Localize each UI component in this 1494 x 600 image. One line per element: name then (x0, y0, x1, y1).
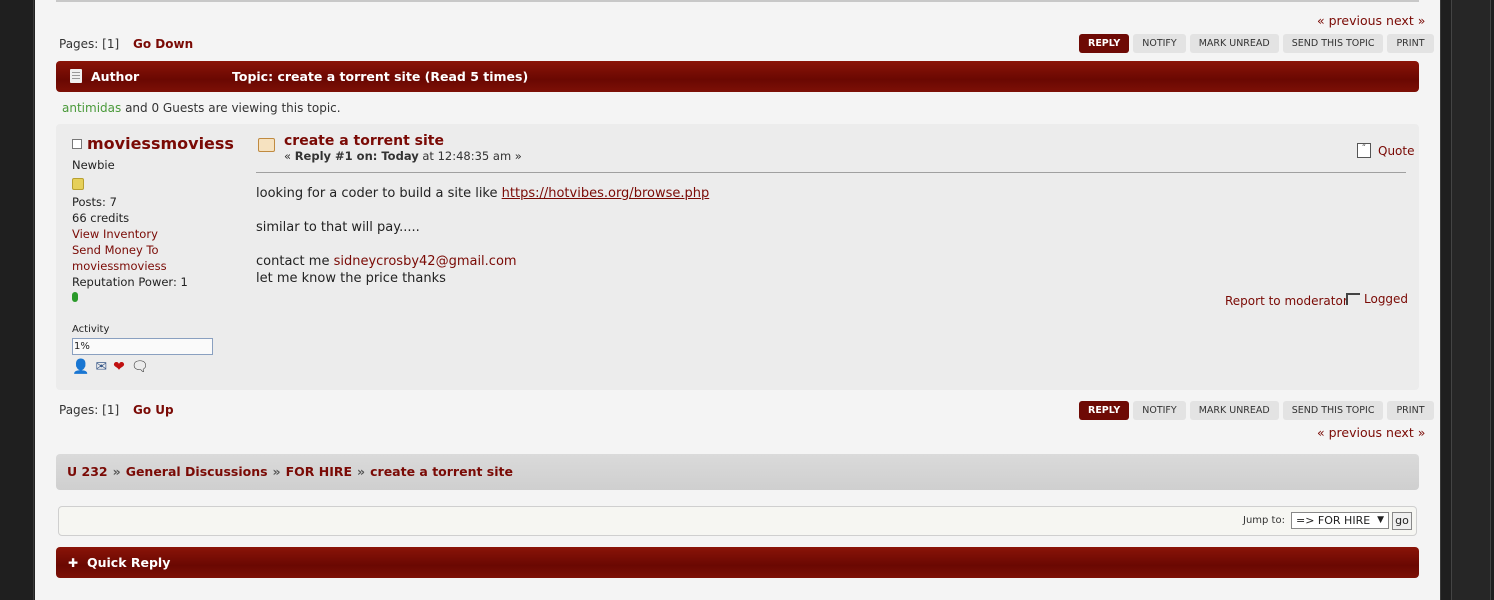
scrollbar-track[interactable] (1451, 0, 1491, 600)
notify-button[interactable]: NOTIFY (1133, 34, 1186, 53)
poster-name-row: moviessmoviess (72, 134, 242, 153)
body-line-3: contact me (256, 254, 334, 269)
poster-rank: Newbie (72, 158, 115, 172)
breadcrumb-item[interactable]: General Discussions (126, 464, 268, 479)
topic-header-bar: Author Topic: create a torrent site (Rea… (56, 61, 1419, 92)
reputation-icon (72, 292, 78, 302)
reply-button[interactable]: REPLY (1079, 34, 1130, 53)
email-icon[interactable]: ✉ (95, 359, 107, 375)
message-icon (258, 138, 275, 152)
viewing-info: antimidas and 0 Guests are viewing this … (62, 101, 341, 115)
profile-icon[interactable]: 👤 (72, 359, 89, 375)
quick-reply-bar[interactable]: ✚ Quick Reply (56, 547, 1419, 578)
quote-button[interactable]: “ Quote (1357, 143, 1414, 158)
breadcrumb-item[interactable]: create a torrent site (370, 464, 513, 479)
reply-prefix: « (284, 149, 295, 163)
pagination-top: Pages: [1] Go Down (59, 37, 193, 51)
reply-number: Reply #1 on: Today (294, 149, 419, 163)
body-line-1: looking for a coder to build a site like (256, 186, 502, 201)
reply-button[interactable]: REPLY (1079, 401, 1130, 420)
post-body: looking for a coder to build a site like… (256, 185, 709, 287)
jump-go-button[interactable]: go (1392, 512, 1412, 530)
reply-info: « Reply #1 on: Today at 12:48:35 am » (284, 149, 522, 163)
go-down-link[interactable]: Go Down (133, 37, 193, 51)
post-link[interactable]: https://hotvibes.org/browse.php (502, 186, 710, 201)
viewing-text: and 0 Guests are viewing this topic. (125, 101, 341, 115)
breadcrumb-item[interactable]: U 232 (67, 464, 108, 479)
pages-label: Pages: [ (59, 403, 107, 417)
top-divider (56, 0, 1419, 2)
viewing-user-link[interactable]: antimidas (62, 101, 121, 115)
breadcrumb-item[interactable]: FOR HIRE (286, 464, 352, 479)
breadcrumb-separator: » (112, 464, 121, 479)
print-button[interactable]: PRINT (1387, 34, 1434, 53)
reply-time: at 12:48:35 am » (418, 149, 522, 163)
jump-selected: => FOR HIRE (1296, 514, 1371, 527)
mark-unread-button[interactable]: MARK UNREAD (1189, 34, 1279, 53)
poster-posts: Posts: 7 (72, 195, 117, 209)
pages-label: Pages: [ (59, 37, 107, 51)
send-topic-button[interactable]: SEND THIS TOPIC (1282, 34, 1384, 53)
poster-icons: 👤 ✉ ❤ 🗨 (72, 359, 242, 375)
online-status-icon (72, 138, 82, 149)
pagination-bottom: Pages: [1] Go Up (59, 403, 174, 417)
go-up-link[interactable]: Go Up (133, 403, 174, 417)
prev-next-top[interactable]: « previous next » (1317, 13, 1425, 28)
body-line-2: similar to that will pay..... (256, 220, 420, 235)
speech-bubble-icon[interactable]: 🗨 (131, 359, 149, 375)
right-background (1440, 0, 1494, 600)
quote-icon: “ (1357, 143, 1371, 158)
poster-info: moviessmoviess Newbie Posts: 7 66 credit… (72, 134, 242, 375)
topic-heading: Topic: create a torrent site (Read 5 tim… (232, 69, 529, 84)
quote-label: Quote (1378, 143, 1415, 158)
poster-reputation: Reputation Power: 1 (72, 275, 188, 289)
heart-icon[interactable]: ❤ (113, 359, 125, 375)
ip-icon (1346, 293, 1360, 305)
poster-credits: 66 credits (72, 211, 130, 225)
topic-buttons-top: REPLY NOTIFY MARK UNREAD SEND THIS TOPIC… (1079, 34, 1434, 53)
notify-button[interactable]: NOTIFY (1133, 401, 1186, 420)
email-link[interactable]: sidneycrosby42@gmail.com (334, 254, 517, 269)
print-button[interactable]: PRINT (1387, 401, 1434, 420)
send-money-user-link[interactable]: moviessmoviess (72, 259, 167, 273)
dropdown-arrow-icon: ▼ (1377, 515, 1384, 525)
logged-label: Logged (1364, 292, 1409, 306)
forum-page: « previous next » Pages: [1] Go Down REP… (35, 0, 1440, 600)
jump-to-select[interactable]: => FOR HIRE ▼ (1291, 512, 1389, 529)
breadcrumb: U 232 » General Discussions » FOR HIRE » creat… (56, 454, 1419, 490)
mark-unread-button[interactable]: MARK UNREAD (1189, 401, 1279, 420)
prev-next-bottom[interactable]: « previous next » (1317, 425, 1425, 440)
pages-close: ] (114, 403, 120, 417)
activity-label: Activity (72, 324, 110, 335)
body-line-4: let me know the price thanks (256, 271, 446, 286)
pages-close: ] (114, 37, 120, 51)
rank-star-icon (72, 178, 84, 190)
breadcrumb-separator: » (272, 464, 281, 479)
send-money-link[interactable]: Send Money To (72, 243, 159, 257)
jump-to-box (58, 506, 1417, 536)
jump-to-label: Jump to: (1243, 515, 1285, 526)
topic-buttons-bottom: REPLY NOTIFY MARK UNREAD SEND THIS TOPIC… (1079, 401, 1434, 420)
left-background (0, 0, 34, 600)
document-icon (70, 69, 82, 83)
plus-icon: ✚ (68, 556, 79, 570)
post-divider (256, 172, 1406, 173)
quick-reply-title: Quick Reply (87, 555, 171, 570)
breadcrumb-separator: » (357, 464, 366, 479)
post-subject-link[interactable]: create a torrent site (284, 133, 444, 149)
activity-bar: 1% (72, 338, 213, 355)
send-topic-button[interactable]: SEND THIS TOPIC (1282, 401, 1384, 420)
logged-indicator: Logged (1346, 292, 1408, 306)
author-heading: Author (91, 69, 140, 84)
poster-name-link[interactable]: moviessmoviess (87, 134, 234, 153)
report-moderator-link[interactable]: Report to moderator (1225, 294, 1348, 308)
view-inventory-link[interactable]: View Inventory (72, 227, 158, 241)
